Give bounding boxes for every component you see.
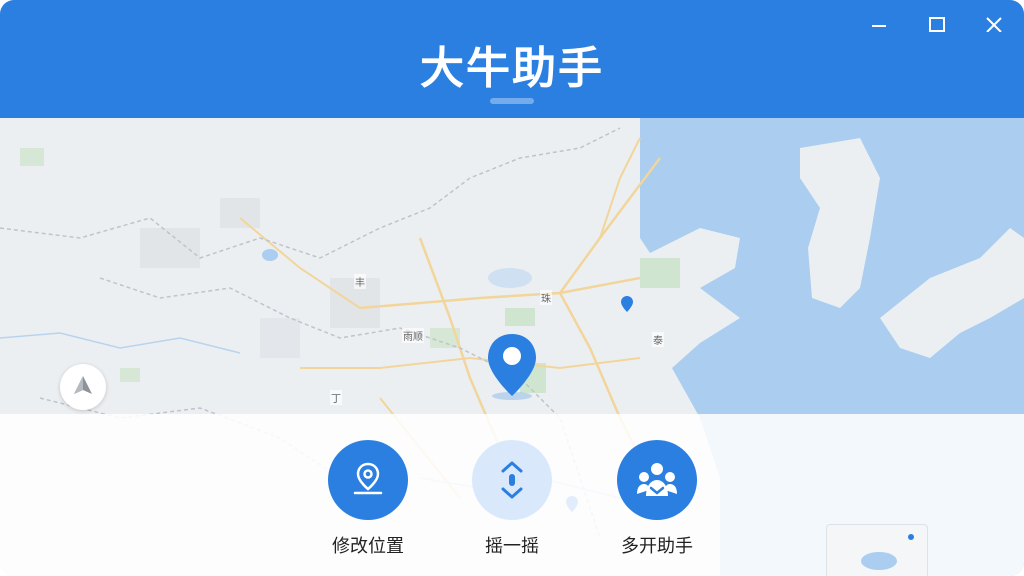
close-icon [986,17,1002,32]
mini-map [826,524,928,576]
map-label: 丰 [354,274,366,289]
minimize-button[interactable] [863,8,895,36]
shake-label: 摇一摇 [485,536,539,557]
map-label: 雨顺 [402,328,424,343]
title-bar: 大牛助手 [0,0,1024,118]
mini-map-graphic [861,534,914,570]
title-indicator [490,98,534,104]
modify-location-circle[interactable] [328,440,408,520]
minimize-icon [872,25,886,27]
map-pin-icon[interactable] [488,334,536,400]
shake-button[interactable]: 摇一摇 [452,440,572,558]
multi-assistant-button[interactable]: 多开助手 [597,440,717,558]
location-pin-icon [353,462,383,495]
shake-icon [501,461,523,499]
location-compass-button[interactable] [60,364,106,410]
map-label: 珠 [540,290,552,305]
map-label: 泰 [652,332,664,347]
small-pin-icon [621,296,633,312]
map-label: 丁 [330,390,342,405]
maximize-icon [929,17,945,32]
multi-assistant-circle[interactable] [617,440,697,520]
maximize-button[interactable] [921,8,953,36]
multi-user-icon [637,463,677,496]
modify-location-button[interactable]: 修改位置 [308,440,428,558]
location-compass-icon [74,376,92,394]
multi-assistant-label: 多开助手 [621,536,693,557]
app-title: 大牛助手 [420,43,604,94]
app-window: 大牛助手 丰 雨顺 珠 泰 丁 修改位置 摇一摇 多开助手 [0,0,1024,576]
close-button[interactable] [978,8,1010,36]
shake-circle[interactable] [472,440,552,520]
modify-location-label: 修改位置 [332,536,404,557]
